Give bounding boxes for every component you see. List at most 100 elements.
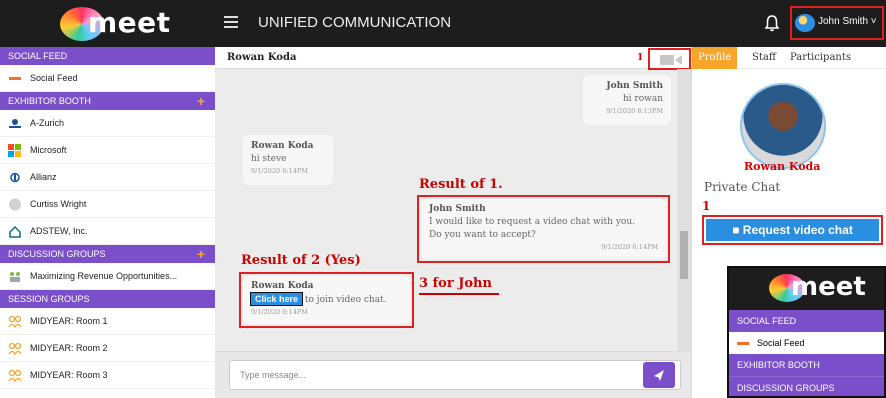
inset-top-bar: meet [729,268,884,310]
adstew-logo-icon [9,225,21,238]
message-time: 9/1/2020 6:14PM [251,308,308,316]
inset-logo-text: meet [791,272,866,302]
scrollbar-thumb[interactable] [680,231,688,279]
sidebar-item-curtiss-wright[interactable]: Curtiss Wright [0,191,215,218]
message-text-tail: to join video chat. [304,295,387,305]
message-sender: Rowan Koda [251,141,314,151]
video-camera-icon: ■ [732,223,740,237]
annotation-number: 1 [702,199,711,213]
chat-scrollbar[interactable] [677,69,691,351]
top-bar: meet UNIFIED COMMUNICATION John Smith ˅ [0,0,886,47]
sidebar-item-session-room-2[interactable]: MIDYEAR: Room 2 [0,335,215,362]
bell-icon[interactable] [764,14,780,32]
send-icon [654,370,664,381]
inset-row-discussion-groups: DISCUSSION GROUPS [729,376,884,396]
sidebar-item-adstew[interactable]: ADSTEW, Inc. [0,218,215,245]
sidebar-item-label: ADSTEW, Inc. [30,226,88,236]
chat-message-join-link: Rowan Koda Click here to join video chat… [243,276,410,324]
sidebar-item-label: Maximizing Revenue Opportunities... [30,271,178,281]
sidebar-header-session-groups[interactable]: SESSION GROUPS [0,290,215,308]
chat-message-video-request: John Smith I would like to request a vid… [421,199,666,259]
tab-profile[interactable]: Profile [692,47,738,69]
chat-partner-name: Rowan Koda [227,52,297,63]
sidebar-item-a-zurich[interactable]: A-Zurich [0,110,215,137]
sidebar-item-allianz[interactable]: Allianz [0,164,215,191]
sidebar-header-label: EXHIBITOR BOOTH [8,96,91,106]
user-avatar [795,14,815,32]
message-text: I would like to request a video chat wit… [429,217,635,227]
curtiss-wright-logo-icon [9,198,21,211]
logo-text: meet [88,6,171,39]
click-here-link[interactable]: Click here [249,292,304,306]
message-text-line-2: Do you want to accept? [429,230,536,240]
message-text: hi rowan [622,94,663,104]
sidebar-item-label: A-Zurich [30,118,65,128]
social-feed-icon [9,77,21,80]
sidebar-header-exhibitor-booth[interactable]: EXHIBITOR BOOTH + [0,92,215,110]
private-chat-label: Private Chat [704,180,781,194]
microsoft-logo-icon [8,144,21,157]
send-button[interactable] [643,362,675,388]
sidebar-item-session-room-1[interactable]: MIDYEAR: Room 1 [0,308,215,335]
discussion-group-icon [10,272,20,282]
sidebar-item-label: Curtiss Wright [30,199,87,209]
video-camera-icon [660,55,682,65]
annotation-3-for-john: 3 for John [419,276,492,291]
group-icon [8,315,22,328]
annotation-number: 1 [637,53,644,63]
inset-row-social-feed: Social Feed [729,332,884,354]
message-time: 9/1/2020 6:14PM [601,243,658,251]
message-sender: Rowan Koda [251,281,314,291]
inset-row-exhibitor-booth: EXHIBITOR BOOTH [729,354,884,376]
chat-panel: Rowan Koda 1 John Smith hi rowan 9/1/202… [215,47,691,398]
message-sender: John Smith [429,204,486,214]
annotation-result-1: Result of 1. [419,177,503,192]
profile-name: Rowan Koda [744,160,821,173]
message-text: Click here to join video chat. [249,292,402,306]
profile-photo [740,83,826,169]
sidebar: SOCIAL FEED Social Feed EXHIBITOR BOOTH … [0,47,215,398]
allianz-logo-icon [10,172,20,183]
tab-staff[interactable]: Staff [752,47,776,69]
meet-logo[interactable]: meet [60,5,180,43]
annotation-underline [419,293,499,295]
inset-row-label: Social Feed [757,338,805,348]
group-icon [8,369,22,382]
chat-message-rowan-1: Rowan Koda hi steve 9/1/2020 6:14PM [243,135,333,185]
sidebar-header-discussion-groups[interactable]: DISCUSSION GROUPS + [0,245,215,263]
chat-message-john-1: John Smith hi rowan 9/1/2020 6:13PM [583,75,671,125]
annotation-box-request: ■ Request video chat [702,215,883,245]
message-text: hi steve [251,154,287,164]
video-call-button[interactable] [648,48,691,70]
message-input[interactable]: Type message... [229,360,681,390]
sidebar-item-social-feed[interactable]: Social Feed [0,65,215,92]
tab-participants[interactable]: Participants [790,47,851,69]
message-time: 9/1/2020 6:13PM [606,107,663,115]
message-time: 9/1/2020 6:14PM [251,167,308,175]
group-icon [8,342,22,355]
zurich-logo-icon [9,119,21,128]
user-name: John Smith ˅ [818,16,877,27]
chat-header: Rowan Koda 1 [215,47,691,69]
sidebar-item-discussion[interactable]: Maximizing Revenue Opportunities... [0,263,215,290]
add-icon[interactable]: + [197,245,205,263]
request-video-chat-button[interactable]: ■ Request video chat [706,219,879,241]
message-sender: John Smith [606,81,663,91]
sidebar-item-label: Microsoft [30,145,67,155]
add-icon[interactable]: + [197,92,205,110]
sidebar-item-label: MIDYEAR: Room 3 [30,370,108,380]
sidebar-item-label: MIDYEAR: Room 1 [30,316,108,326]
message-composer: Type message... [215,351,691,398]
sidebar-item-microsoft[interactable]: Microsoft [0,137,215,164]
annotation-result-2: Result of 2 (Yes) [241,253,361,268]
hamburger-menu-icon[interactable] [224,16,238,28]
sidebar-header-label: DISCUSSION GROUPS [8,249,106,259]
sidebar-item-label: Social Feed [30,73,78,83]
user-menu[interactable]: John Smith ˅ [790,6,884,40]
sidebar-item-session-room-3[interactable]: MIDYEAR: Room 3 [0,362,215,389]
tab-bar: Profile Staff Participants [692,47,886,69]
social-feed-icon [737,342,749,345]
inset-row-social-feed-header: SOCIAL FEED [729,310,884,332]
sidebar-header-social-feed[interactable]: SOCIAL FEED [0,47,215,65]
app-title: UNIFIED COMMUNICATION [258,14,452,31]
